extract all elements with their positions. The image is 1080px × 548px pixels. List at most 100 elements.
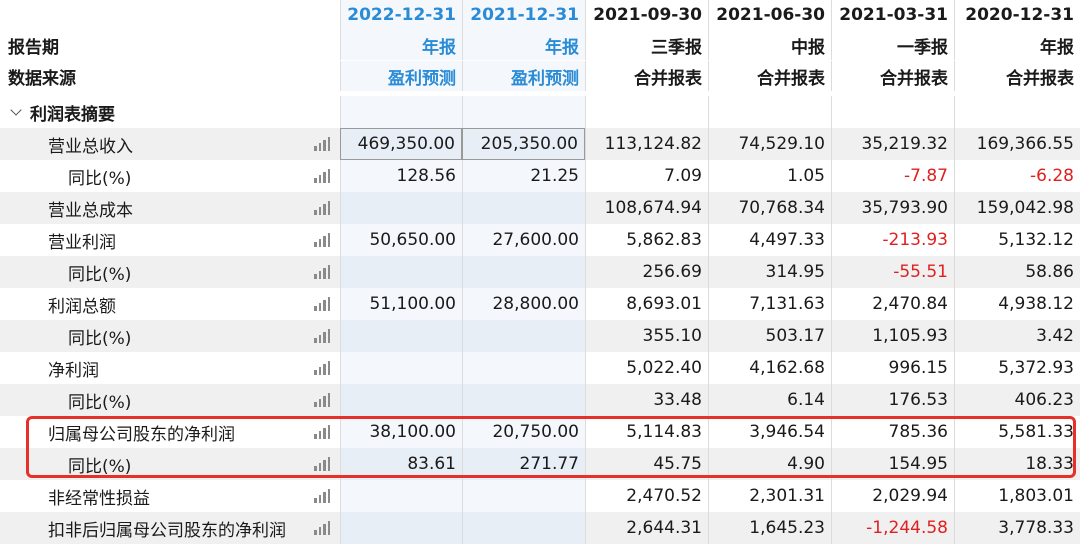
value-cell: 2,470.52 <box>585 480 708 512</box>
value-cell <box>340 320 462 352</box>
table-row: 营业总成本 108,674.94 70,768.34 35,793.90 159,042… <box>0 192 1080 224</box>
value-cell <box>462 320 585 352</box>
value-cell: 314.95 <box>708 256 831 288</box>
table-row: 营业利润 50,650.00 27,600.00 5,862.83 4,497.33 -2… <box>0 224 1080 256</box>
value-cell: 28,800.00 <box>462 288 585 320</box>
row-label-cell: 营业总成本 <box>0 192 340 224</box>
value-cell: 2,301.31 <box>708 480 831 512</box>
row-label-cell: 扣非后归属母公司股东的净利润 <box>0 512 340 544</box>
header-date-cell: 2020-12-31 <box>954 0 1080 30</box>
value-cell <box>462 256 585 288</box>
value-cell: 6.14 <box>708 384 831 416</box>
row-label-cell: 净利润 <box>0 352 340 384</box>
value-cell: 2,644.31 <box>585 512 708 544</box>
value-cell: 176.53 <box>831 384 954 416</box>
table-row: 同比(%) 33.48 6.14 176.53 406.23 <box>0 384 1080 416</box>
header-report-cell: 中报 <box>708 30 831 60</box>
header-report-cell: 年报 <box>954 30 1080 60</box>
value-cell <box>462 352 585 384</box>
value-cell: 4.90 <box>708 448 831 480</box>
value-cell: 7.09 <box>585 160 708 192</box>
value-cell: 5,372.93 <box>954 352 1080 384</box>
row-label: 同比(%) <box>68 264 132 285</box>
value-cell: 38,100.00 <box>340 416 462 448</box>
header-date-cell: 2021-06-30 <box>708 0 831 30</box>
header-source-cell: 合并报表 <box>708 61 831 91</box>
row-label: 非经常性损益 <box>48 488 150 509</box>
value-cell: 1,105.93 <box>831 320 954 352</box>
value-cell: 5,862.83 <box>585 224 708 256</box>
row-label: 营业总成本 <box>48 200 133 221</box>
bar-chart-icon[interactable] <box>314 297 330 311</box>
header-label-cell: 报告期 <box>0 30 340 60</box>
value-cell: 1.05 <box>708 160 831 192</box>
value-cell: 159,042.98 <box>954 192 1080 224</box>
bar-chart-icon[interactable] <box>314 169 330 183</box>
value-cell: 7,131.63 <box>708 288 831 320</box>
value-cell: 83.61 <box>340 448 462 480</box>
bar-chart-icon[interactable] <box>314 489 330 503</box>
bar-chart-icon[interactable] <box>314 457 330 471</box>
row-label: 营业利润 <box>48 232 116 253</box>
bar-chart-icon[interactable] <box>314 233 330 247</box>
value-cell <box>340 352 462 384</box>
row-label-cell: 营业利润 <box>0 224 340 256</box>
header-source-cell: 合并报表 <box>954 61 1080 91</box>
header-label: 报告期 <box>8 37 59 58</box>
row-label: 营业总收入 <box>48 136 133 157</box>
value-cell: 5,132.12 <box>954 224 1080 256</box>
value-cell <box>340 192 462 224</box>
value-cell: 154.95 <box>831 448 954 480</box>
value-cell: 256.69 <box>585 256 708 288</box>
header-report-period-row: 报告期 年报 年报 三季报 中报 一季报 年报 <box>0 30 1080 60</box>
value-cell: 50,650.00 <box>340 224 462 256</box>
value-cell: 18.33 <box>954 448 1080 480</box>
value-cell <box>462 512 585 544</box>
value-cell: 785.36 <box>831 416 954 448</box>
section-header-row[interactable]: 利润表摘要 <box>0 96 1080 128</box>
bar-chart-icon[interactable] <box>314 137 330 151</box>
value-cell: 1,803.01 <box>954 480 1080 512</box>
header-date-cell: 2021-09-30 <box>585 0 708 30</box>
section-empty-cell <box>340 96 462 128</box>
section-title: 利润表摘要 <box>30 104 115 125</box>
row-label: 同比(%) <box>68 456 132 477</box>
value-cell: -6.28 <box>954 160 1080 192</box>
bar-chart-icon[interactable] <box>314 425 330 439</box>
value-cell: 128.56 <box>340 160 462 192</box>
value-cell: 113,124.82 <box>585 128 708 160</box>
row-label: 扣非后归属母公司股东的净利润 <box>48 520 286 541</box>
header-label: 数据来源 <box>8 68 76 89</box>
row-label: 净利润 <box>48 360 99 381</box>
value-cell <box>462 192 585 224</box>
value-cell: 3,946.54 <box>708 416 831 448</box>
value-cell: 4,938.12 <box>954 288 1080 320</box>
value-cell: 3.42 <box>954 320 1080 352</box>
bar-chart-icon[interactable] <box>314 393 330 407</box>
value-cell: 1,645.23 <box>708 512 831 544</box>
value-cell: 2,470.84 <box>831 288 954 320</box>
section-header-cell[interactable]: 利润表摘要 <box>0 96 340 128</box>
bar-chart-icon[interactable] <box>314 361 330 375</box>
value-cell: 503.17 <box>708 320 831 352</box>
value-cell <box>340 512 462 544</box>
row-label-cell: 归属母公司股东的净利润 <box>0 416 340 448</box>
header-date-row: 2022-12-31 2021-12-31 2021-09-30 2021-06-30… <box>0 0 1080 30</box>
header-report-cell: 三季报 <box>585 30 708 60</box>
bar-chart-icon[interactable] <box>314 201 330 215</box>
value-cell: 35,793.90 <box>831 192 954 224</box>
value-cell: -1,244.58 <box>831 512 954 544</box>
row-label-cell: 同比(%) <box>0 160 340 192</box>
header-date-cell: 2022-12-31 <box>340 0 462 30</box>
row-label-cell: 非经常性损益 <box>0 480 340 512</box>
table-row: 归属母公司股东的净利润 38,100.00 20,750.00 5,114.83 3,9… <box>0 416 1080 448</box>
bar-chart-icon[interactable] <box>314 521 330 535</box>
table-row: 同比(%) 83.61 271.77 45.75 4.90 154.95 18.33 <box>0 448 1080 480</box>
value-cell: 21.25 <box>462 160 585 192</box>
bar-chart-icon[interactable] <box>314 265 330 279</box>
value-cell: 8,693.01 <box>585 288 708 320</box>
row-label: 同比(%) <box>68 168 132 189</box>
chevron-down-icon[interactable] <box>10 104 22 116</box>
value-cell: 355.10 <box>585 320 708 352</box>
bar-chart-icon[interactable] <box>314 329 330 343</box>
